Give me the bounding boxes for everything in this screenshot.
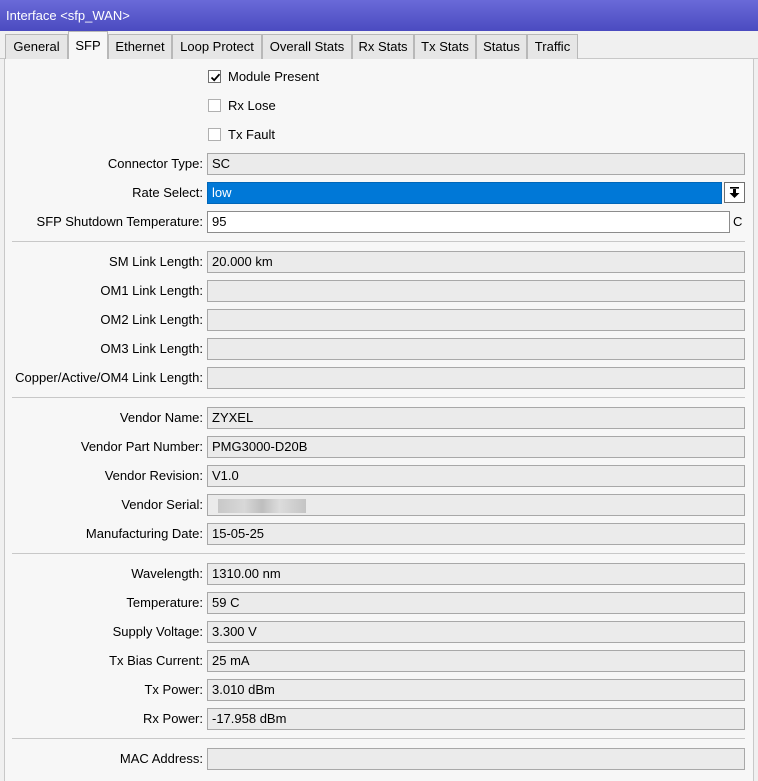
wavelength-field: 1310.00 nm: [207, 563, 745, 585]
tab-rx-stats[interactable]: Rx Stats: [352, 34, 414, 59]
vendor-name-field: ZYXEL: [207, 407, 745, 429]
tab-overall-stats[interactable]: Overall Stats: [262, 34, 352, 59]
sm-link-length-label: SM Link Length:: [109, 254, 203, 269]
vendor-part-number-field: PMG3000-D20B: [207, 436, 745, 458]
connector-type-field: SC: [207, 153, 745, 175]
redacted-blur: [218, 499, 306, 513]
tab-loop-protect[interactable]: Loop Protect: [172, 34, 262, 59]
tx-bias-current-label: Tx Bias Current:: [109, 653, 203, 668]
om1-link-length-label: OM1 Link Length:: [100, 283, 203, 298]
tx-fault-label: Tx Fault: [228, 127, 275, 142]
vendor-part-number-label: Vendor Part Number:: [80, 439, 203, 454]
shutdown-temp-unit: C: [733, 214, 743, 229]
temperature-label: Temperature:: [126, 595, 203, 610]
rx-power-label: Rx Power:: [143, 711, 203, 726]
om3-link-length-label: OM3 Link Length:: [100, 341, 203, 356]
separator: [12, 738, 745, 739]
vendor-revision-label: Vendor Revision:: [104, 468, 203, 483]
rate-select-label: Rate Select:: [132, 185, 203, 200]
mac-address-field: [207, 748, 745, 770]
rx-lose-label: Rx Lose: [228, 98, 276, 113]
rx-power-field: -17.958 dBm: [207, 708, 745, 730]
om1-link-length-field: [207, 280, 745, 302]
rate-select-dropdown-button[interactable]: [724, 182, 745, 203]
vendor-serial-field: [207, 494, 745, 516]
tab-strip: General SFP Ethernet Loop Protect Overal…: [0, 31, 758, 59]
tx-bias-current-field: 25 mA: [207, 650, 745, 672]
om2-link-length-label: OM2 Link Length:: [100, 312, 203, 327]
copper-link-length-label: Copper/Active/OM4 Link Length:: [15, 370, 203, 385]
check-icon: [210, 73, 221, 82]
tab-general[interactable]: General: [5, 34, 68, 59]
tx-power-label: Tx Power:: [144, 682, 203, 697]
supply-voltage-field: 3.300 V: [207, 621, 745, 643]
rate-select-dropdown[interactable]: low: [207, 182, 722, 204]
tab-ethernet[interactable]: Ethernet: [108, 34, 172, 59]
supply-voltage-label: Supply Voltage:: [112, 624, 203, 639]
tab-sfp[interactable]: SFP: [68, 31, 108, 59]
shutdown-temp-label: SFP Shutdown Temperature:: [36, 214, 203, 229]
shutdown-temp-input[interactable]: 95: [207, 211, 730, 233]
vendor-name-label: Vendor Name:: [119, 410, 203, 425]
window-title: Interface <sfp_WAN>: [0, 0, 758, 31]
tab-status[interactable]: Status: [476, 34, 527, 59]
om2-link-length-field: [207, 309, 745, 331]
rx-lose-checkbox[interactable]: [208, 99, 221, 112]
module-present-label: Module Present: [228, 69, 320, 84]
wavelength-label: Wavelength:: [131, 566, 203, 581]
tab-traffic[interactable]: Traffic: [527, 34, 578, 59]
vendor-serial-label: Vendor Serial:: [121, 497, 203, 512]
separator: [12, 553, 745, 554]
mac-address-label: MAC Address:: [119, 751, 203, 766]
vendor-revision-field: V1.0: [207, 465, 745, 487]
arrow-down-bar-icon: [729, 187, 740, 198]
tab-tx-stats[interactable]: Tx Stats: [414, 34, 476, 59]
connector-type-label: Connector Type:: [107, 156, 203, 171]
copper-link-length-field: [207, 367, 745, 389]
separator: [12, 397, 745, 398]
om3-link-length-field: [207, 338, 745, 360]
separator: [12, 241, 745, 242]
manufacturing-date-field: 15-05-25: [207, 523, 745, 545]
sm-link-length-field: 20.000 km: [207, 251, 745, 273]
module-present-checkbox[interactable]: [208, 70, 221, 83]
tx-power-field: 3.010 dBm: [207, 679, 745, 701]
manufacturing-date-label: Manufacturing Date:: [85, 526, 203, 541]
tx-fault-checkbox[interactable]: [208, 128, 221, 141]
temperature-field: 59 C: [207, 592, 745, 614]
